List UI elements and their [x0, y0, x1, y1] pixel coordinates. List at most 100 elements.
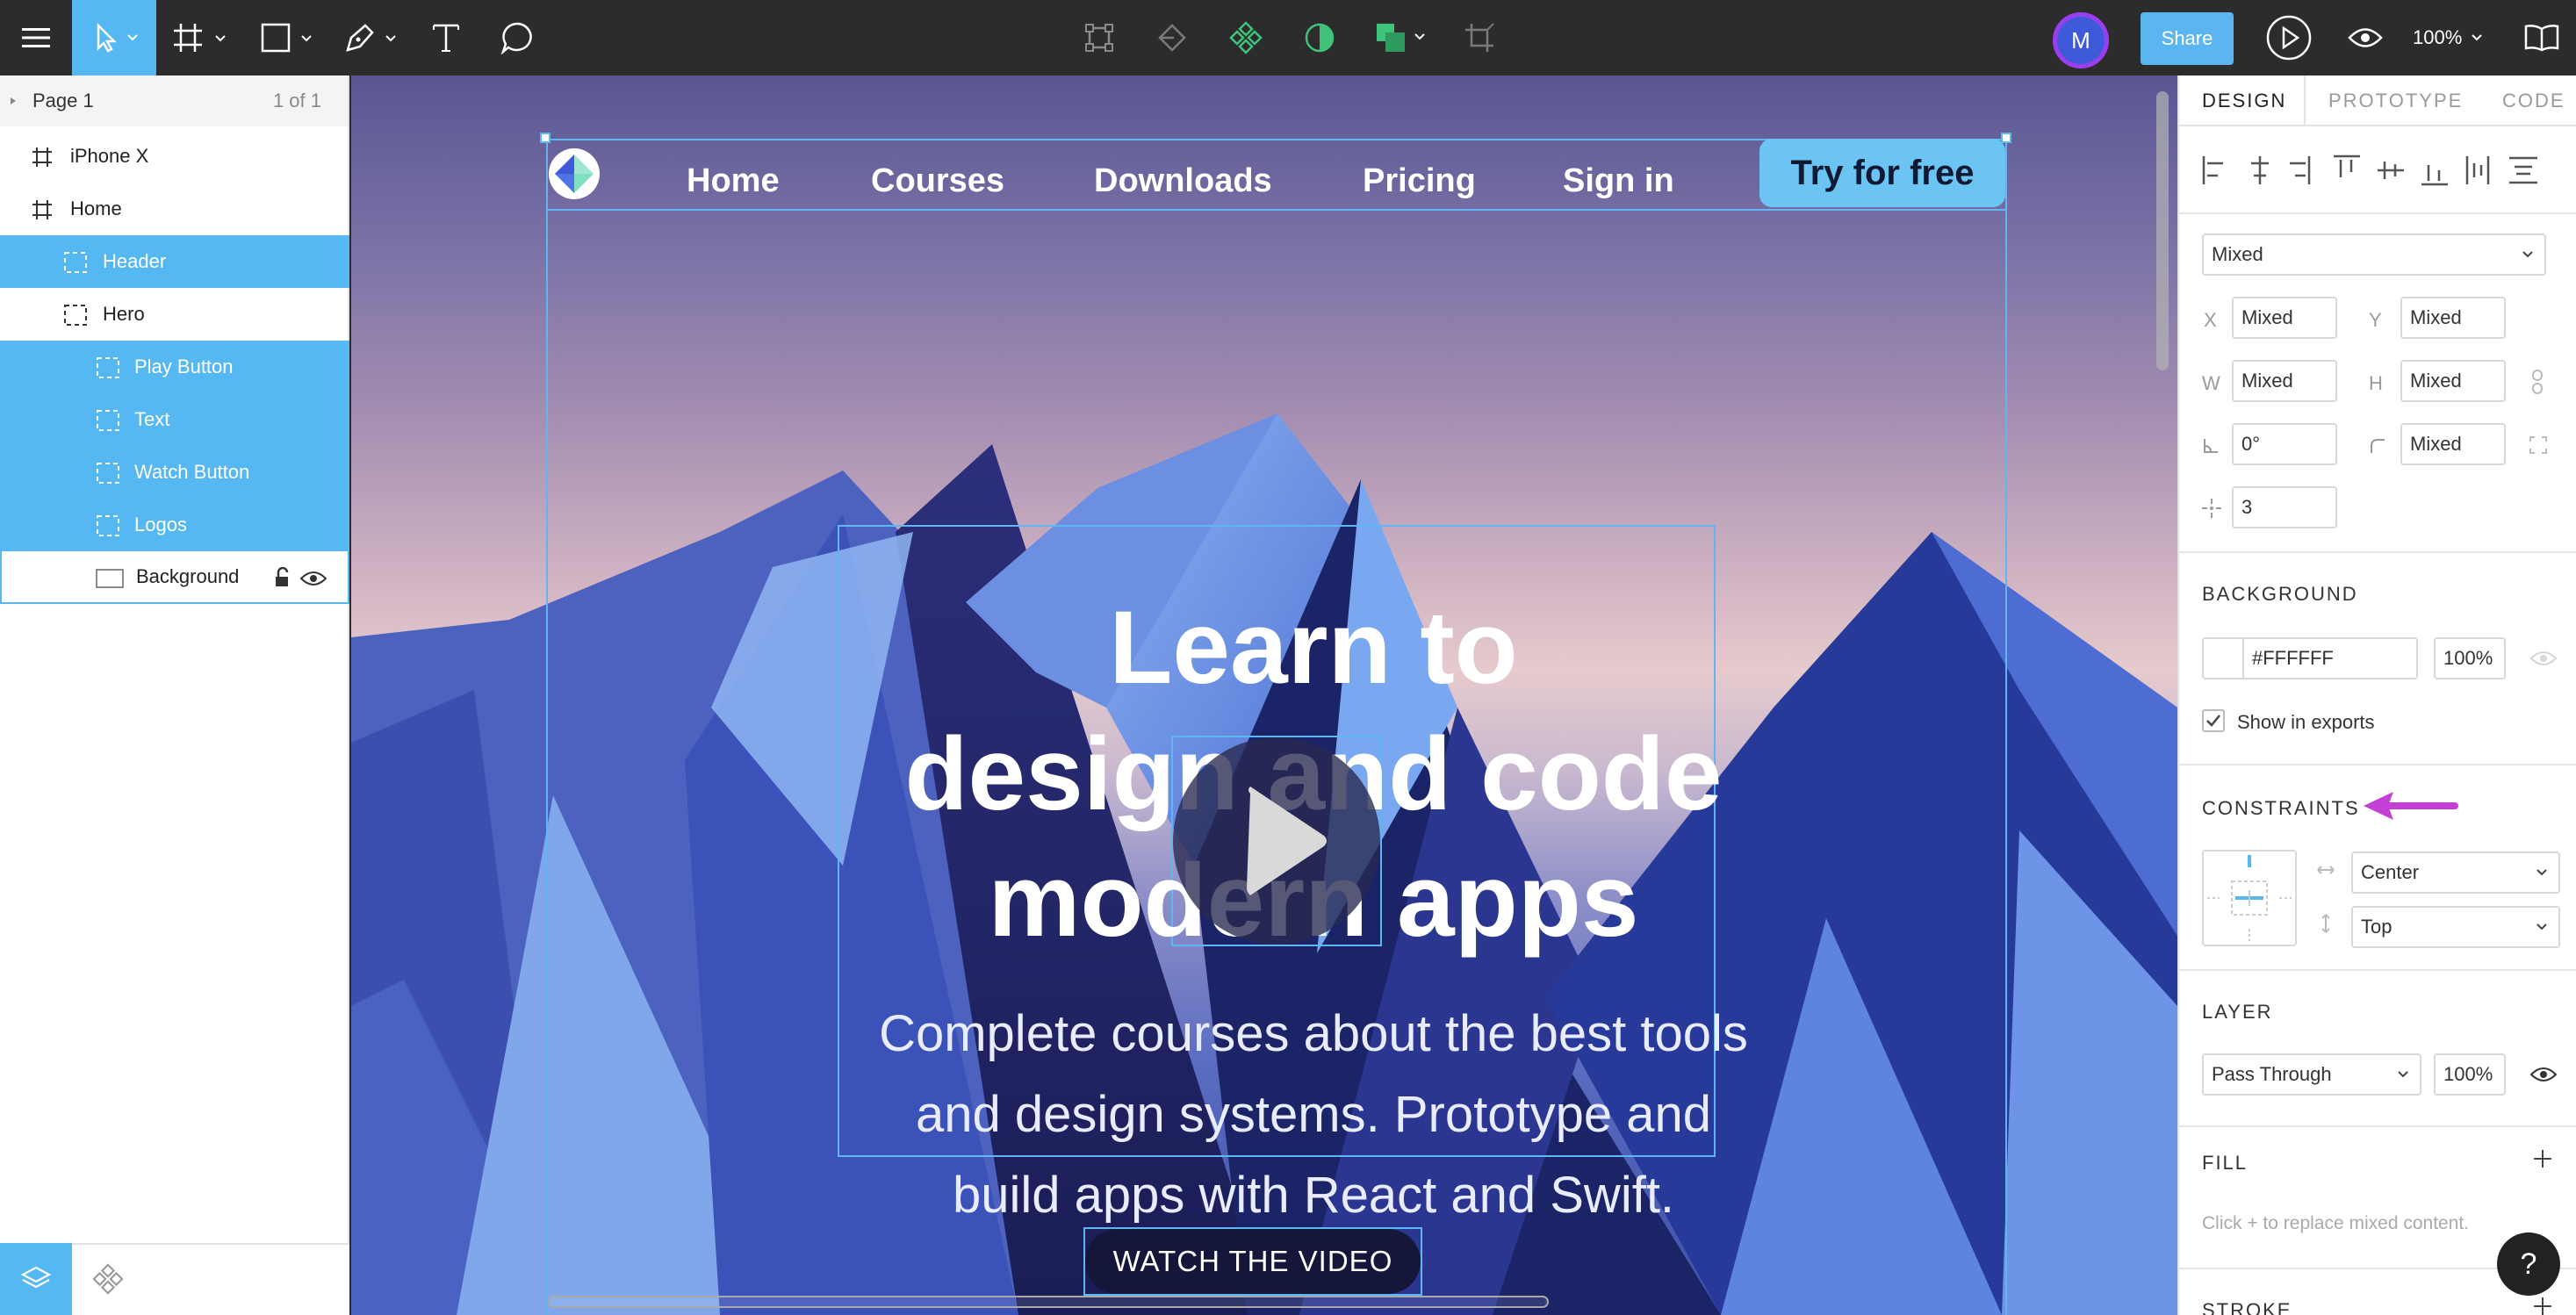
play-prototype-button[interactable]	[2263, 0, 2314, 75]
w-value: Mixed	[2241, 370, 2293, 392]
layer-home[interactable]: Home	[0, 183, 349, 235]
add-fill-icon[interactable]	[2532, 1148, 2553, 1169]
fill-icon[interactable]	[1375, 0, 1431, 75]
move-tool-button[interactable]	[72, 0, 156, 75]
rotation-field[interactable]: 0°	[2232, 423, 2337, 465]
w-field[interactable]: Mixed	[2232, 360, 2337, 402]
chevron-down-icon	[2536, 869, 2547, 876]
eye-icon[interactable]	[300, 570, 327, 587]
help-button[interactable]: ?	[2497, 1232, 2560, 1296]
layer-label: Watch Button	[134, 461, 250, 483]
horizontal-constraint-select[interactable]: Center	[2351, 852, 2560, 894]
components-tab[interactable]	[79, 1243, 137, 1315]
layer-iphone-x[interactable]: iPhone X	[0, 130, 349, 183]
share-button[interactable]: Share	[2141, 12, 2234, 65]
vertical-scrollbar[interactable]	[2156, 91, 2169, 370]
resize-handle[interactable]	[540, 133, 550, 143]
layer-background[interactable]: Background	[0, 551, 349, 604]
resize-handle[interactable]	[2001, 133, 2011, 143]
stroke-title: STROKE	[2202, 1299, 2292, 1315]
rectangle-tool-button[interactable]	[260, 0, 321, 75]
nav-link-courses[interactable]: Courses	[871, 154, 1004, 207]
spacing-field[interactable]: 3	[2232, 486, 2337, 528]
fill-title: FILL	[2202, 1152, 2249, 1174]
canvas[interactable]: Home Courses Downloads Pricing Sign in T…	[351, 75, 2177, 1315]
style-select[interactable]: Mixed	[2202, 234, 2546, 276]
menu-icon[interactable]	[14, 0, 58, 75]
lock-icon[interactable]	[274, 567, 291, 588]
vertical-constraint-value: Top	[2361, 916, 2393, 938]
layer-label: Home	[70, 198, 122, 219]
layer-play-button[interactable]: Play Button	[0, 341, 349, 393]
left-panel-footer	[0, 1243, 349, 1315]
zoom-dropdown[interactable]: 100%	[2413, 0, 2483, 75]
constraints-widget[interactable]	[2202, 850, 2297, 946]
tab-prototype[interactable]: PROTOTYPE	[2328, 75, 2463, 126]
page-selector[interactable]: Page 1 1 of 1	[0, 75, 348, 126]
nav-link-home[interactable]: Home	[687, 154, 780, 207]
y-field[interactable]: Mixed	[2400, 297, 2506, 339]
alignment-toolbar[interactable]	[2202, 153, 2562, 188]
layer-visibility-eye-icon[interactable]	[2530, 1066, 2557, 1083]
text-tool-button[interactable]	[427, 0, 465, 75]
constrain-proportions-icon[interactable]	[2530, 369, 2544, 395]
x-value: Mixed	[2241, 306, 2293, 328]
nav-link-pricing[interactable]: Pricing	[1363, 154, 1476, 207]
tab-code[interactable]: CODE	[2502, 75, 2565, 126]
blend-mode-select[interactable]: Pass Through	[2202, 1053, 2421, 1096]
layer-label: iPhone X	[70, 145, 149, 167]
background-visibility-eye-icon[interactable]	[2530, 650, 2557, 667]
tab-design[interactable]: DESIGN	[2202, 75, 2286, 126]
x-field[interactable]: Mixed	[2232, 297, 2337, 339]
mask-icon[interactable]	[1301, 0, 1338, 75]
frame-tool-icon	[174, 24, 226, 52]
hero-play-button[interactable]	[1173, 737, 1380, 945]
component-icon[interactable]	[1227, 0, 1264, 75]
comment-tool-button[interactable]	[497, 0, 539, 75]
nav-link-sign-in[interactable]: Sign in	[1563, 154, 1674, 207]
hero-subtitle-line: build apps with React and Swift.	[952, 1167, 1675, 1224]
independent-corners-icon[interactable]	[2529, 435, 2548, 455]
layer-opacity-field[interactable]: 100%	[2434, 1053, 2506, 1096]
crop-icon[interactable]	[1461, 0, 1498, 75]
frame-tool-button[interactable]	[172, 0, 234, 75]
layer-header[interactable]: Header	[0, 235, 349, 288]
try-for-free-button[interactable]: Try for free	[1759, 139, 2005, 207]
avatar-initial: M	[2071, 26, 2090, 54]
book-icon[interactable]	[2522, 0, 2562, 75]
pen-tool-button[interactable]	[344, 0, 406, 75]
layer-logos[interactable]: Logos	[0, 499, 349, 551]
vertical-constraint-select[interactable]: Top	[2351, 906, 2560, 948]
distribute-vertical-icon	[2509, 156, 2537, 184]
show-in-exports-checkbox[interactable]	[2202, 709, 2225, 732]
avatar[interactable]: M	[2053, 12, 2109, 68]
layers-tab[interactable]	[0, 1243, 72, 1315]
background-swatch[interactable]	[2202, 637, 2244, 679]
group-icon	[64, 305, 87, 326]
nav-link-downloads[interactable]: Downloads	[1094, 154, 1272, 207]
caret-right-icon	[11, 97, 16, 104]
layer-watch-button[interactable]: Watch Button	[0, 446, 349, 499]
layer-text[interactable]: Text	[0, 393, 349, 446]
rectangle-tool-icon	[261, 23, 312, 53]
radius-field[interactable]: Mixed	[2400, 423, 2506, 465]
background-opacity-field[interactable]: 100%	[2434, 637, 2506, 679]
h-value: Mixed	[2410, 370, 2462, 392]
preview-eye-icon[interactable]	[2344, 0, 2386, 75]
layer-hero[interactable]: Hero	[0, 288, 349, 341]
rotation-value: 0°	[2241, 433, 2261, 455]
add-stroke-icon[interactable]	[2532, 1296, 2553, 1315]
y-value: Mixed	[2410, 306, 2462, 328]
h-field[interactable]: Mixed	[2400, 360, 2506, 402]
group-icon	[97, 463, 119, 484]
watch-video-button[interactable]: WATCH THE VIDEO	[1085, 1229, 1421, 1294]
boolean-icon[interactable]	[1154, 0, 1191, 75]
layer-label: Background	[136, 565, 240, 587]
layer-title: LAYER	[2202, 1001, 2273, 1023]
horizontal-scrollbar[interactable]	[548, 1296, 1549, 1308]
background-hex-field[interactable]: #FFFFFF	[2242, 637, 2418, 679]
y-label: Y	[2369, 309, 2382, 331]
blend-mode-value: Pass Through	[2212, 1063, 2332, 1085]
transform-icon[interactable]	[1082, 0, 1117, 75]
hero-subtitle-line: Complete courses about the best tools	[879, 1005, 1748, 1062]
